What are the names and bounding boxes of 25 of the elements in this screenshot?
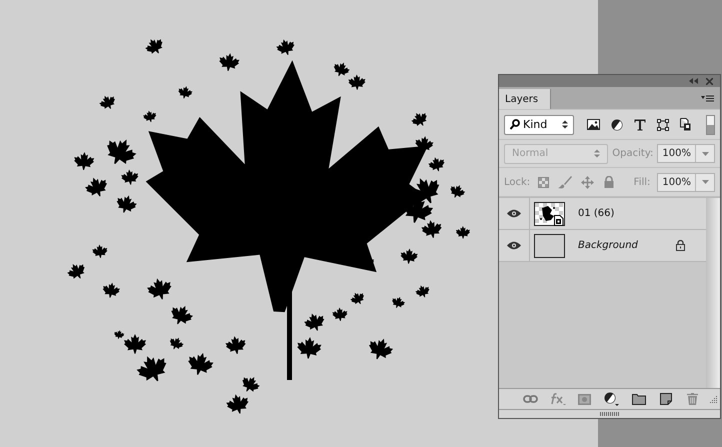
search-icon	[510, 119, 520, 130]
opacity-field[interactable]: 100%	[657, 144, 715, 163]
caret-icon[interactable]	[702, 152, 708, 156]
fill-label: Fill:	[634, 176, 650, 188]
resize-grip-icon[interactable]	[709, 395, 717, 403]
layer-name: 01 (66)	[578, 208, 614, 219]
lock-label: Lock:	[504, 176, 530, 188]
eye-icon[interactable]	[507, 241, 521, 250]
caret-icon[interactable]	[702, 180, 708, 184]
collapse-icon[interactable]	[689, 78, 698, 84]
scrollbar[interactable]	[706, 198, 720, 388]
spinner-arrows-icon	[594, 149, 600, 158]
layer-row[interactable]: Background	[499, 230, 706, 262]
close-icon[interactable]	[706, 78, 713, 84]
filter-toggle-switch[interactable]	[706, 114, 715, 134]
panel-resize-handle[interactable]	[600, 412, 620, 416]
layer-row[interactable]: 01 (66)	[499, 198, 706, 230]
layer-name: Background	[578, 240, 638, 251]
opacity-label: Opacity:	[612, 148, 654, 159]
spinner-arrows-icon	[562, 120, 568, 129]
fill-field[interactable]: 100%	[657, 172, 715, 192]
layers-tab[interactable]: Layers	[499, 89, 552, 109]
eye-icon[interactable]	[507, 209, 521, 218]
filter-kind-dropdown[interactable]: Kind	[504, 114, 574, 134]
panel-menu-icon[interactable]	[701, 94, 714, 102]
